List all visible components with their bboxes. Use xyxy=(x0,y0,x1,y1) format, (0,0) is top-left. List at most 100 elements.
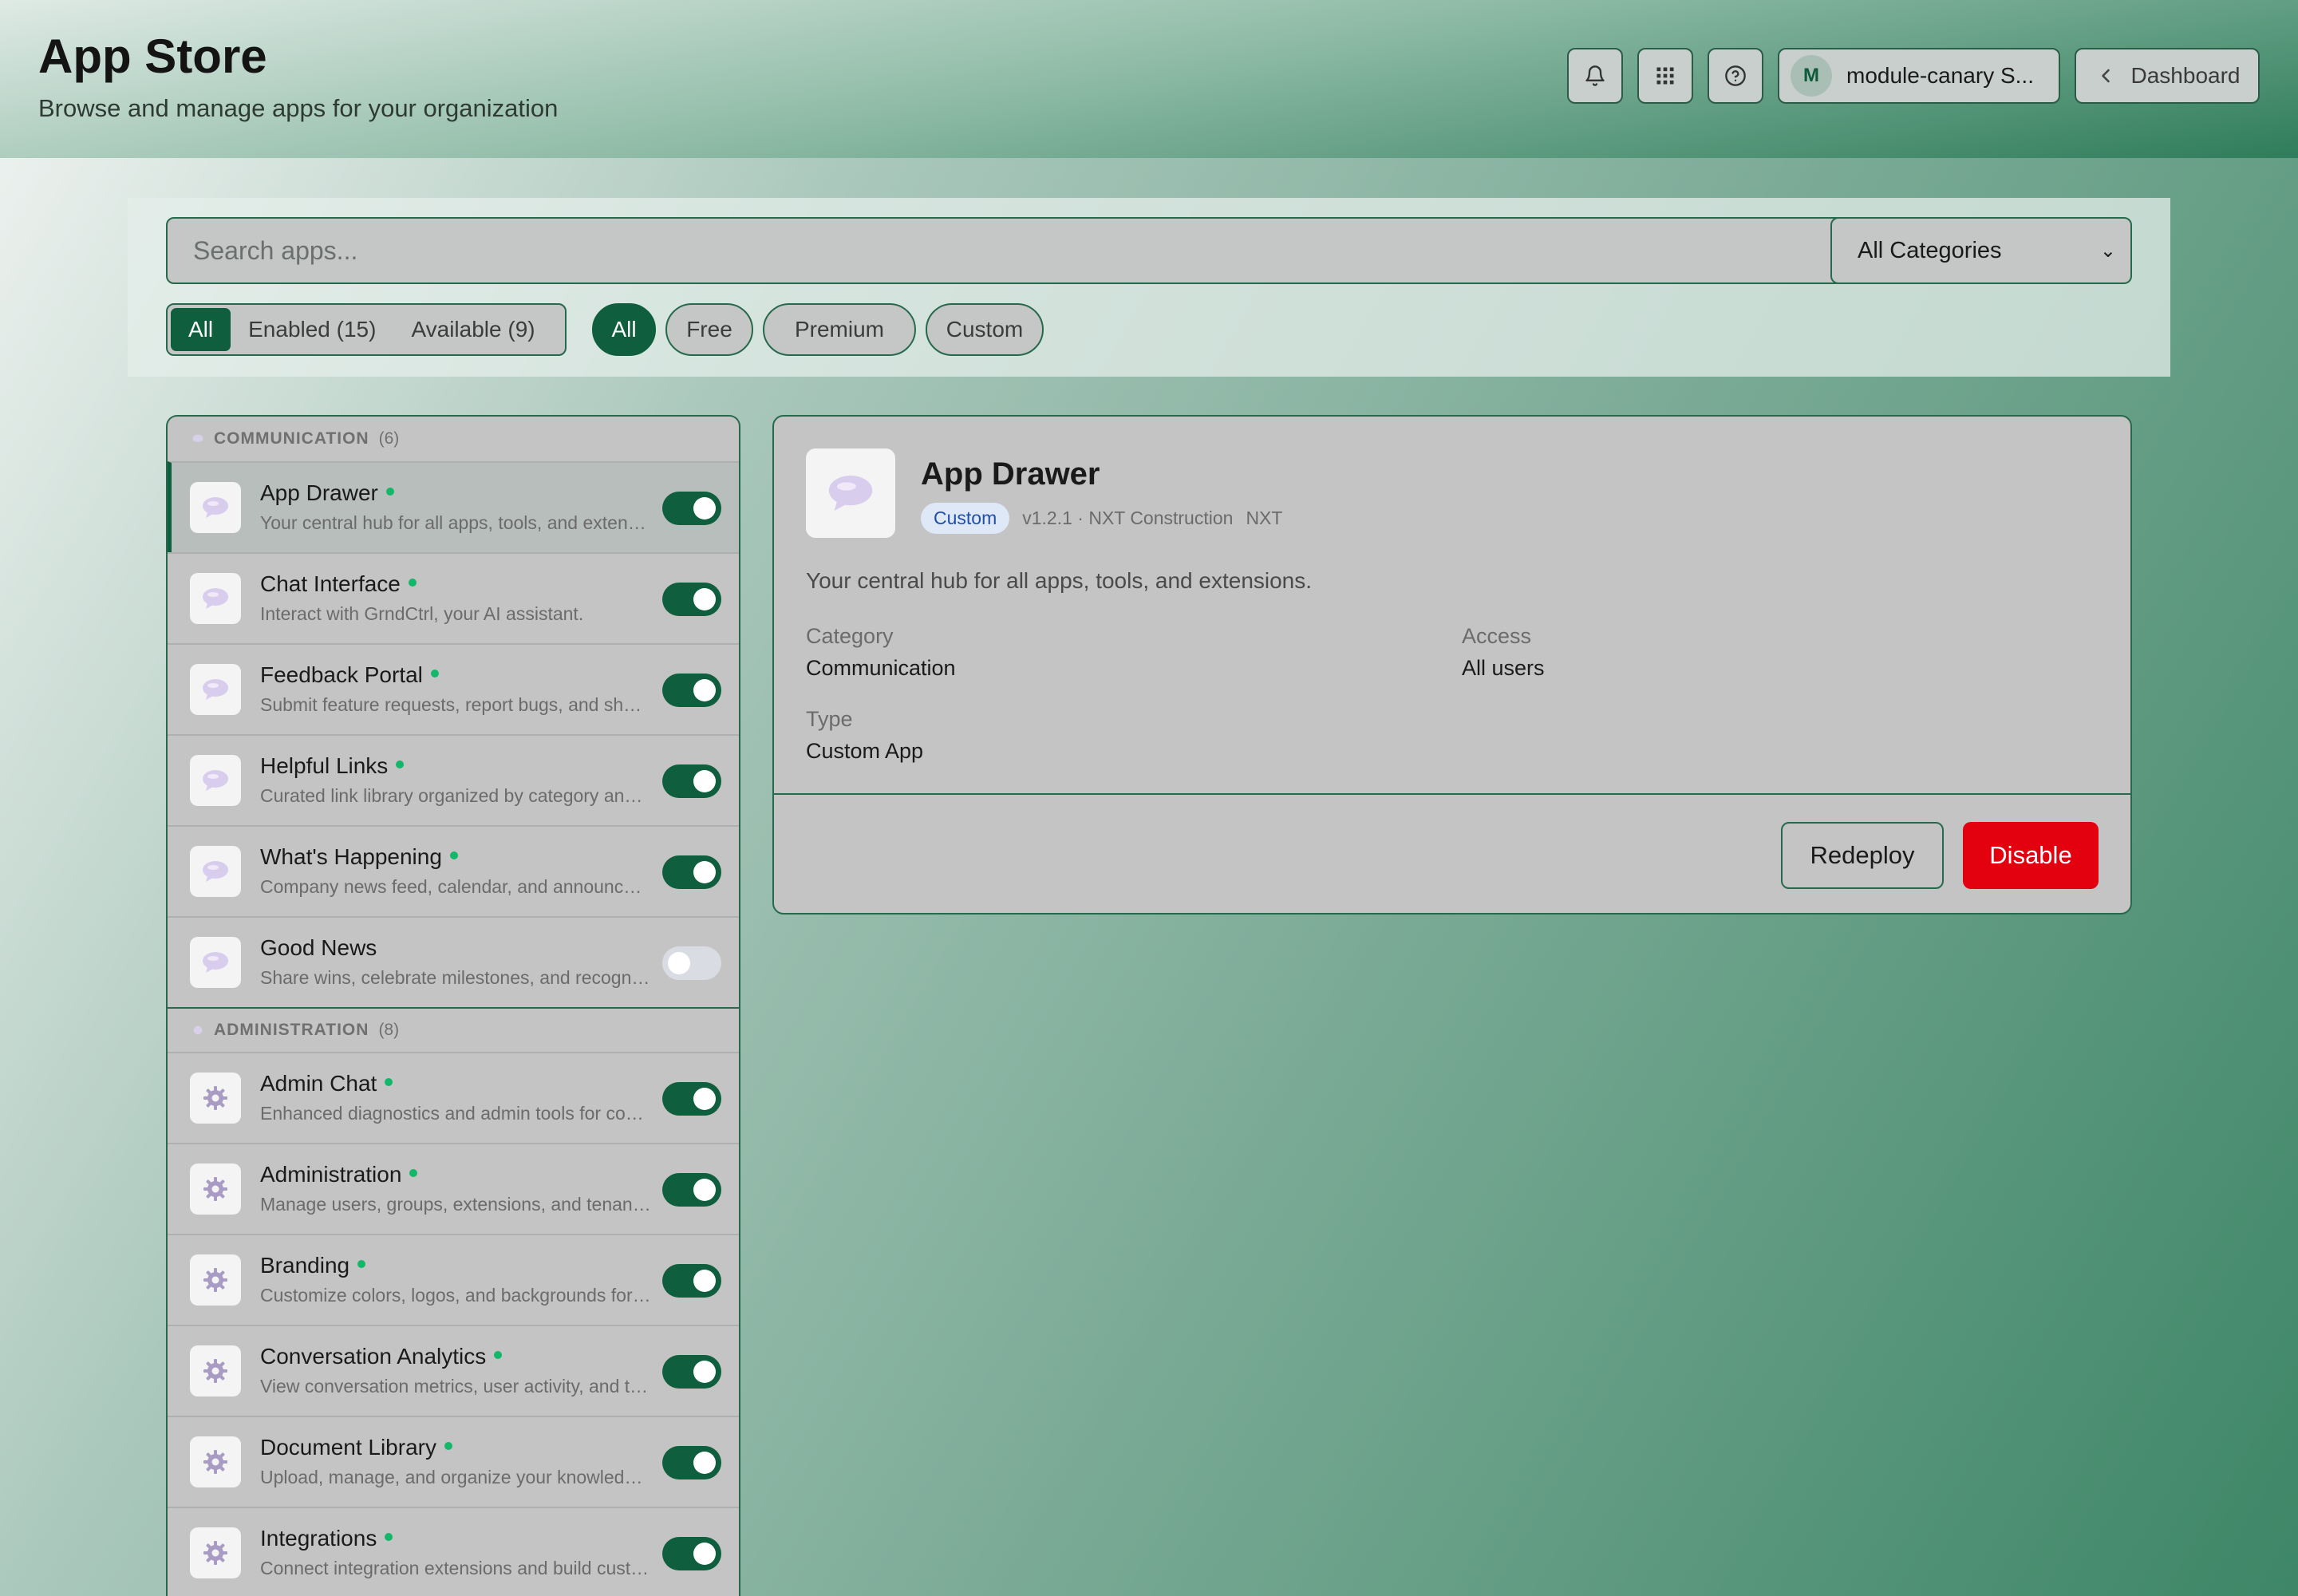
page-title: App Store xyxy=(38,30,267,83)
chat-bubble-icon xyxy=(828,475,873,512)
chat-bubble-icon xyxy=(203,861,228,882)
search-input[interactable] xyxy=(166,217,1939,284)
tab-available[interactable]: Available (9) xyxy=(393,308,552,351)
app-list: COMMUNICATION (6) App Drawer Your centra… xyxy=(166,415,740,1596)
list-item-conversation-analytics[interactable]: Conversation Analytics View conversation… xyxy=(168,1325,739,1416)
app-header: App Store Browse and manage apps for you… xyxy=(0,0,2298,158)
detail-description: Your central hub for all apps, tools, an… xyxy=(806,568,1313,593)
list-item-chat-interface[interactable]: Chat Interface Interact with GrndCtrl, y… xyxy=(168,552,739,643)
app-toggle[interactable] xyxy=(662,855,721,889)
app-toggle[interactable] xyxy=(662,1446,721,1479)
list-item-app-drawer[interactable]: App Drawer Your central hub for all apps… xyxy=(168,461,739,552)
app-description: Enhanced diagnostics and admin tools for… xyxy=(260,1103,651,1124)
app-toggle[interactable] xyxy=(662,946,721,980)
app-name: What's Happening xyxy=(260,844,458,870)
chat-bubble-icon xyxy=(203,497,228,518)
app-description: Submit feature requests, report bugs, an… xyxy=(260,694,651,715)
gear-icon xyxy=(203,1268,227,1292)
app-description: Manage users, groups, extensions, and te… xyxy=(260,1194,651,1215)
detail-meta: Custom v1.2.1 · NXT Construction NXT xyxy=(921,503,1282,534)
app-name: App Drawer xyxy=(260,480,394,506)
tab-enabled[interactable]: Enabled (15) xyxy=(231,308,393,351)
app-detail-panel: App Drawer Custom v1.2.1 · NXT Construct… xyxy=(772,415,2132,915)
list-item-admin-chat[interactable]: Admin Chat Enhanced diagnostics and admi… xyxy=(168,1052,739,1143)
status-dot xyxy=(408,578,417,587)
status-dot xyxy=(444,1441,452,1450)
app-description: Share wins, celebrate milestones, and re… xyxy=(260,967,651,988)
dashboard-label: Dashboard xyxy=(2130,63,2241,88)
app-toggle[interactable] xyxy=(662,674,721,707)
app-toggle[interactable] xyxy=(662,1082,721,1116)
app-toggle[interactable] xyxy=(662,583,721,616)
category-header-administration: ADMINISTRATION (8) xyxy=(168,1007,739,1052)
list-item-good-news[interactable]: Good News Share wins, celebrate mileston… xyxy=(168,916,739,1007)
disable-button[interactable]: Disable xyxy=(1963,822,2099,889)
app-name: Admin Chat xyxy=(260,1071,393,1096)
list-item-branding[interactable]: Branding Customize colors, logos, and ba… xyxy=(168,1234,739,1325)
tab-all[interactable]: All xyxy=(171,308,231,351)
user-menu-button[interactable]: M module-canary S... xyxy=(1778,48,2060,104)
app-name: Helpful Links xyxy=(260,753,405,779)
category-header-communication: COMMUNICATION (6) xyxy=(168,417,739,461)
gear-icon xyxy=(193,1025,203,1035)
help-button[interactable] xyxy=(1708,48,1763,104)
list-item-whats-happening[interactable]: What's Happening Company news feed, cale… xyxy=(168,825,739,916)
list-item-document-library[interactable]: Document Library Upload, manage, and org… xyxy=(168,1416,739,1507)
type-pill-free[interactable]: Free xyxy=(665,303,753,356)
status-dot xyxy=(409,1168,418,1177)
list-item-helpful-links[interactable]: Helpful Links Curated link library organ… xyxy=(168,734,739,825)
type-badge: Custom xyxy=(921,503,1010,534)
status-dot xyxy=(357,1259,366,1268)
app-description: Customize colors, logos, and backgrounds… xyxy=(260,1285,651,1306)
dashboard-button[interactable]: Dashboard xyxy=(2075,48,2260,104)
gear-icon xyxy=(203,1177,227,1201)
notifications-button[interactable] xyxy=(1567,48,1623,104)
chat-bubble-icon xyxy=(203,952,228,973)
type-label: Type xyxy=(806,707,853,731)
chat-bubble-icon xyxy=(203,770,228,791)
status-tabs: All Enabled (15) Available (9) xyxy=(166,303,567,356)
type-pill-all[interactable]: All xyxy=(592,303,656,356)
app-toggle[interactable] xyxy=(662,1264,721,1298)
type-value: Custom App xyxy=(806,739,924,763)
app-name: Good News xyxy=(260,935,377,960)
app-toggle[interactable] xyxy=(662,492,721,525)
apps-grid-button[interactable] xyxy=(1637,48,1693,104)
list-item-administration[interactable]: Administration Manage users, groups, ext… xyxy=(168,1143,739,1234)
type-pill-custom[interactable]: Custom xyxy=(926,303,1044,356)
status-dot xyxy=(430,669,439,678)
chevron-down-icon: ⌄ xyxy=(2099,239,2116,262)
app-name: Document Library xyxy=(260,1435,452,1460)
gear-icon xyxy=(203,1086,227,1110)
category-value: Communication xyxy=(806,656,956,680)
app-toggle[interactable] xyxy=(662,1537,721,1570)
redeploy-button[interactable]: Redeploy xyxy=(1781,822,1944,889)
category-label: Category xyxy=(806,624,894,648)
publisher-tag: NXT xyxy=(1246,508,1283,528)
detail-footer: Redeploy Disable xyxy=(774,793,2130,913)
avatar: M xyxy=(1791,55,1832,97)
grid-icon xyxy=(1656,67,1674,85)
detail-title: App Drawer xyxy=(921,456,1100,492)
app-toggle[interactable] xyxy=(662,764,721,798)
gear-icon xyxy=(203,1541,227,1565)
status-dot xyxy=(385,1077,393,1086)
app-description: View conversation metrics, user activity… xyxy=(260,1376,651,1396)
app-toggle[interactable] xyxy=(662,1355,721,1389)
app-toggle[interactable] xyxy=(662,1173,721,1207)
type-pill-premium[interactable]: Premium xyxy=(763,303,916,356)
category-select-value: All Categories xyxy=(1858,237,2002,263)
bell-icon xyxy=(1585,65,1605,86)
list-item-integrations[interactable]: Integrations Connect integration extensi… xyxy=(168,1507,739,1596)
app-name: Conversation Analytics xyxy=(260,1344,503,1369)
app-description: Curated link library organized by catego… xyxy=(260,785,651,806)
category-select[interactable]: All Categories ⌄ xyxy=(1830,217,2132,284)
status-dot xyxy=(494,1350,503,1359)
list-item-feedback-portal[interactable]: Feedback Portal Submit feature requests,… xyxy=(168,643,739,734)
app-description: Interact with GrndCtrl, your AI assistan… xyxy=(260,603,584,624)
chevron-left-icon xyxy=(2101,69,2110,83)
page-subtitle: Browse and manage apps for your organiza… xyxy=(38,94,559,122)
version-publisher: v1.2.1 · NXT Construction xyxy=(1022,508,1234,528)
app-description: Connect integration extensions and build… xyxy=(260,1558,651,1578)
chat-bubble-icon xyxy=(203,679,228,700)
